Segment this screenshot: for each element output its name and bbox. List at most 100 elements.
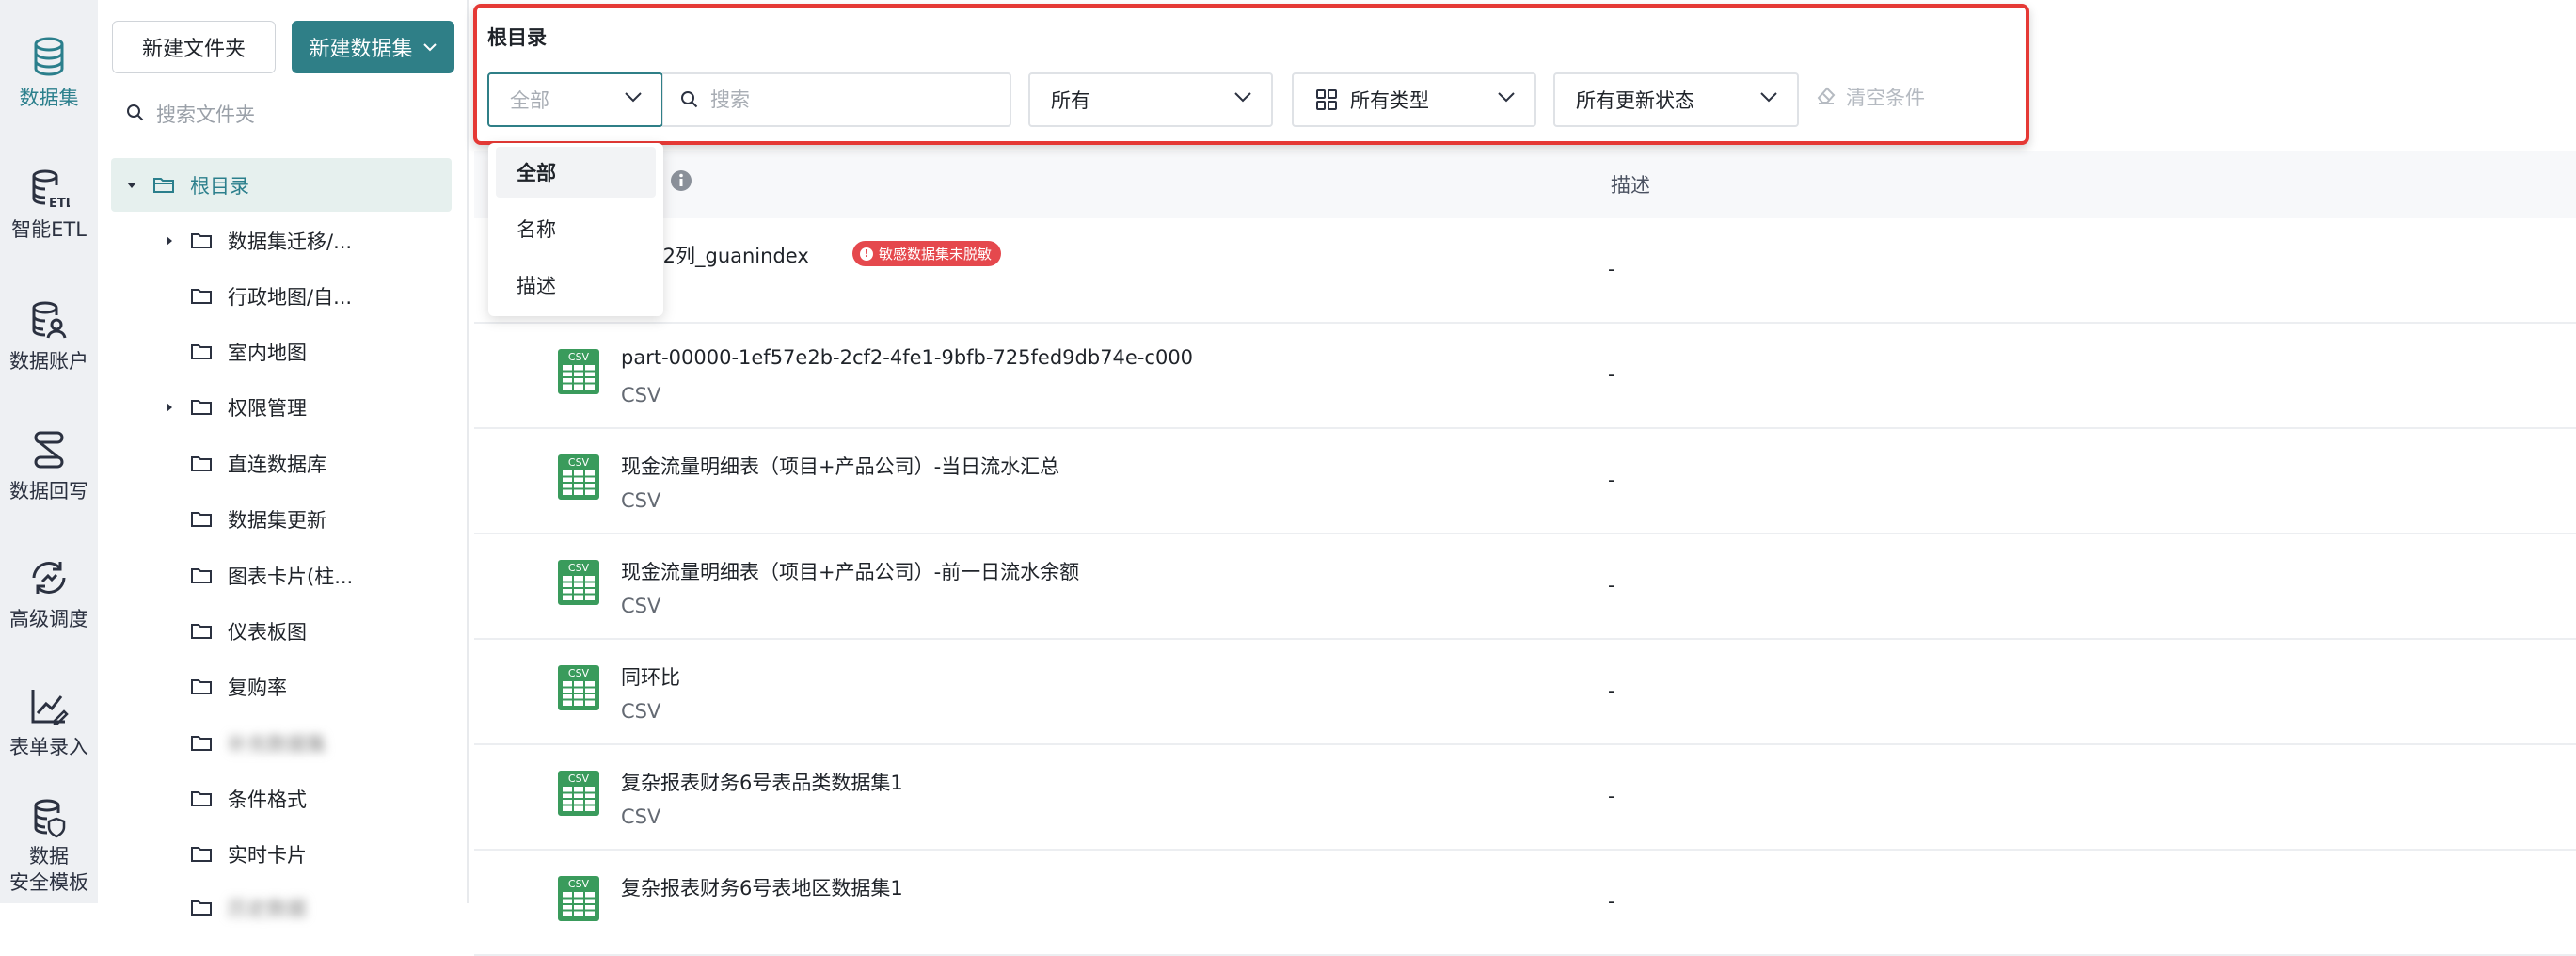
- new-folder-button[interactable]: 新建文件夹: [112, 21, 276, 73]
- rail-item-form-entry[interactable]: 表单录入: [0, 685, 98, 760]
- badge-label: 敏感数据集未脱敏: [879, 246, 993, 263]
- rail-item-data-account[interactable]: 数据账户: [0, 299, 98, 374]
- search-icon: [680, 90, 699, 109]
- csv-file-icon: CSV: [557, 875, 600, 926]
- folder-panel: 新建文件夹 新建数据集 根目录 数据集迁移/... 行政地图/自... 室内地图…: [98, 0, 469, 920]
- type-select[interactable]: 所有类型: [1292, 72, 1536, 127]
- dataset-name[interactable]: 现金流量明细表（项目+产品公司）-当日流水汇总: [621, 452, 1059, 480]
- dataset-name[interactable]: 复杂报表财务6号表地区数据集1: [621, 873, 903, 901]
- search-scope-select[interactable]: 全部: [487, 72, 663, 127]
- owner-select[interactable]: 所有: [1028, 72, 1273, 127]
- type-select-value: 所有类型: [1350, 89, 1429, 112]
- tree-item-label: 数据集更新: [228, 508, 326, 532]
- tree-item-folder[interactable]: 历史数据: [111, 881, 452, 934]
- option-label: 描述: [517, 275, 556, 297]
- svg-text:CSV: CSV: [568, 667, 590, 679]
- tree-item-folder[interactable]: 补充数据集: [111, 716, 452, 770]
- dataset-description: -: [1608, 469, 1615, 491]
- dataset-description: -: [1608, 574, 1615, 597]
- dataset-name[interactable]: part-00000-1ef57e2b-2cf2-4fe1-9bfb-725fe…: [621, 346, 1193, 369]
- writeback-icon: [30, 429, 68, 470]
- table-row[interactable]: W_12列_guanindex -: [474, 220, 2576, 324]
- caret-right-icon[interactable]: [164, 402, 175, 413]
- tree-item-folder[interactable]: 直连数据库: [111, 437, 452, 490]
- search-scope-dropdown: 全部 名称 描述: [488, 143, 663, 316]
- tree-item-label: 历史数据: [228, 897, 307, 920]
- svg-text:CSV: CSV: [568, 456, 590, 469]
- dropdown-option-description[interactable]: 描述: [496, 260, 656, 311]
- table-row[interactable]: CSV 现金流量明细表（项目+产品公司）-前一日流水余额 CSV -: [474, 536, 2576, 640]
- tree-item-label: 复购率: [228, 676, 287, 699]
- tree-item-folder[interactable]: 行政地图/自...: [111, 269, 452, 323]
- table-row[interactable]: CSV 同环比 CSV -: [474, 642, 2576, 745]
- csv-file-icon: CSV: [557, 770, 600, 821]
- rail-item-writeback[interactable]: 数据回写: [0, 429, 98, 504]
- tree-item-label: 行政地图/自...: [228, 285, 353, 309]
- tree-item-label: 室内地图: [228, 341, 307, 364]
- clear-filters-label: 清空条件: [1846, 87, 1925, 109]
- tree-item-folder[interactable]: 条件格式: [111, 772, 452, 825]
- sensitive-badge: ! 敏感数据集未脱敏: [852, 241, 1002, 266]
- new-dataset-button[interactable]: 新建数据集: [292, 21, 454, 73]
- dataset-name[interactable]: 同环比: [621, 662, 680, 691]
- update-status-select[interactable]: 所有更新状态: [1553, 72, 1799, 127]
- table-row[interactable]: CSV 复杂报表财务6号表品类数据集1 CSV -: [474, 747, 2576, 851]
- tree-item-folder[interactable]: 实时卡片: [111, 827, 452, 881]
- scope-select-value: 全部: [510, 89, 549, 112]
- folder-icon: [190, 454, 213, 473]
- tree-item-label: 实时卡片: [228, 843, 307, 867]
- tree-item-folder[interactable]: 仪表板图: [111, 604, 452, 658]
- rail-item-security-template[interactable]: 数据 安全模板: [0, 798, 98, 896]
- info-icon[interactable]: [670, 169, 692, 196]
- tree-item-folder[interactable]: 数据集迁移/...: [111, 214, 452, 267]
- folder-icon: [190, 899, 213, 917]
- folder-icon: [190, 677, 213, 696]
- dropdown-option-all[interactable]: 全部: [496, 147, 656, 198]
- table-row[interactable]: CSV 复杂报表财务6号表地区数据集1 -: [474, 852, 2576, 956]
- chevron-down-icon: [1497, 91, 1516, 103]
- clear-filters-button[interactable]: 清空条件: [1816, 83, 1925, 111]
- dataset-type: CSV: [621, 805, 661, 828]
- tree-item-folder[interactable]: 权限管理: [111, 380, 452, 434]
- tree-item-folder[interactable]: 复购率: [111, 660, 452, 713]
- tree-item-label: 根目录: [190, 174, 249, 198]
- left-nav-rail: 数据集 ETL 智能ETL 数据账户 数据回写 高级调度 表单录入 数据 安全模…: [0, 0, 98, 903]
- svg-text:ETL: ETL: [49, 197, 70, 209]
- table-row[interactable]: CSV part-00000-1ef57e2b-2cf2-4fe1-9bfb-7…: [474, 326, 2576, 429]
- folder-icon: [190, 845, 213, 864]
- csv-file-icon: CSV: [557, 664, 600, 715]
- rail-label: 高级调度: [9, 608, 88, 630]
- dataset-type: CSV: [621, 384, 661, 406]
- folder-search[interactable]: [126, 98, 446, 132]
- folder-icon: [190, 734, 213, 753]
- rail-item-schedule[interactable]: 高级调度: [0, 557, 98, 632]
- status-select-value: 所有更新状态: [1576, 89, 1694, 112]
- chevron-down-icon: [1233, 91, 1252, 103]
- csv-file-icon: CSV: [557, 454, 600, 504]
- dataset-search[interactable]: [662, 72, 1011, 127]
- dataset-name[interactable]: 复杂报表财务6号表品类数据集1: [621, 768, 903, 796]
- rail-item-etl[interactable]: ETL 智能ETL: [0, 167, 98, 243]
- alert-icon: !: [860, 247, 873, 261]
- caret-down-icon[interactable]: [126, 180, 137, 191]
- folder-search-input[interactable]: [154, 103, 440, 127]
- dataset-search-input[interactable]: [708, 88, 994, 112]
- svg-text:CSV: CSV: [568, 878, 590, 890]
- folder-open-icon: [152, 176, 175, 195]
- tree-item-root[interactable]: 根目录: [111, 158, 452, 212]
- dataset-name[interactable]: 现金流量明细表（项目+产品公司）-前一日流水余额: [621, 557, 1079, 585]
- tree-item-folder[interactable]: 室内地图: [111, 325, 452, 378]
- rail-label: 数据集: [19, 87, 79, 109]
- breadcrumb-title: 根目录: [487, 26, 547, 49]
- rail-item-dataset[interactable]: 数据集: [0, 36, 98, 111]
- tree-item-folder[interactable]: 图表卡片(柱...: [111, 549, 452, 602]
- chevron-down-icon: [624, 91, 643, 103]
- schedule-icon: [28, 557, 70, 598]
- new-folder-label: 新建文件夹: [141, 38, 246, 61]
- dropdown-option-name[interactable]: 名称: [496, 203, 656, 254]
- caret-right-icon[interactable]: [164, 235, 175, 247]
- table-row[interactable]: CSV 现金流量明细表（项目+产品公司）-当日流水汇总 CSV -: [474, 431, 2576, 534]
- csv-file-icon: CSV: [557, 559, 600, 610]
- tree-item-folder[interactable]: 数据集更新: [111, 492, 452, 546]
- dataset-description: -: [1608, 679, 1615, 702]
